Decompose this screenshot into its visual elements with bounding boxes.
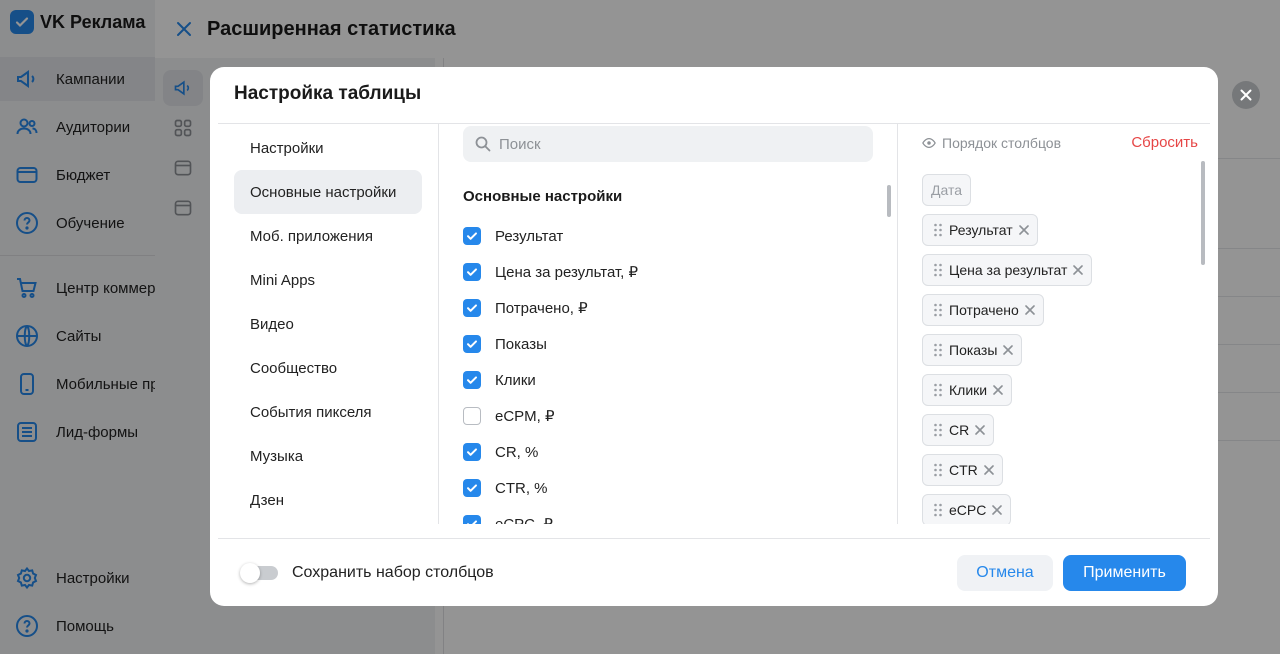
toggle-knob: [240, 563, 260, 583]
search-field[interactable]: [463, 126, 873, 162]
remove-icon[interactable]: [1025, 305, 1035, 315]
table-settings-modal: Настройка таблицы Настройки Основные нас…: [210, 67, 1218, 606]
save-columns-toggle[interactable]: [240, 563, 278, 583]
column-chip[interactable]: Цена за результат: [922, 254, 1093, 286]
close-icon: [1240, 89, 1252, 101]
column-chip[interactable]: Показы: [922, 334, 1023, 366]
search-icon: [475, 136, 491, 152]
column-order-header: Порядок столбцов: [922, 135, 1061, 151]
column-chip[interactable]: Потрачено: [922, 294, 1044, 326]
column-chip[interactable]: CR: [922, 414, 995, 446]
metric-option[interactable]: CR, %: [463, 434, 638, 470]
modal-title: Настройка таблицы: [234, 83, 422, 104]
column-chip[interactable]: Клики: [922, 374, 1013, 406]
section-title: Основные настройки: [463, 188, 623, 205]
drag-handle-icon[interactable]: [933, 263, 943, 277]
remove-icon[interactable]: [993, 385, 1003, 395]
category-item-pixel-events[interactable]: События пикселя: [234, 390, 422, 434]
metric-option[interactable]: Результат: [463, 218, 638, 254]
remove-icon[interactable]: [1003, 345, 1014, 355]
remove-icon[interactable]: [983, 465, 994, 475]
checkbox-checked-icon[interactable]: [463, 371, 481, 389]
checkbox-checked-icon[interactable]: [463, 515, 481, 524]
column-chip[interactable]: eCPC: [922, 494, 1012, 524]
metric-option[interactable]: CTR, %: [463, 470, 638, 506]
reset-button[interactable]: Сбросить: [1131, 134, 1198, 151]
column-chip[interactable]: CTR: [922, 454, 1003, 486]
drag-handle-icon[interactable]: [933, 503, 943, 517]
metric-option[interactable]: Потрачено, ₽: [463, 290, 638, 326]
metrics-panel: Основные настройки Результат Цена за рез…: [439, 124, 897, 524]
drag-handle-icon[interactable]: [933, 343, 943, 357]
column-chip-fixed: Дата: [922, 174, 972, 206]
drag-handle-icon[interactable]: [933, 303, 943, 317]
metric-option[interactable]: eCPC, ₽: [463, 506, 638, 524]
search-input[interactable]: [499, 135, 859, 153]
checkbox-checked-icon[interactable]: [463, 263, 481, 281]
scrollbar[interactable]: [1201, 161, 1205, 265]
remove-icon[interactable]: [992, 505, 1003, 515]
metric-option[interactable]: Клики: [463, 362, 638, 398]
metric-option[interactable]: Цена за результат, ₽: [463, 254, 638, 290]
checkbox-checked-icon[interactable]: [463, 335, 481, 353]
column-chips: Дата Результат Цена за результат Потраче…: [922, 174, 1093, 524]
column-order-panel: Порядок столбцов Сбросить Дата Результат…: [898, 124, 1208, 524]
drag-handle-icon[interactable]: [933, 463, 943, 477]
category-item-music[interactable]: Музыка: [234, 434, 422, 478]
category-list: Настройки Основные настройки Моб. прилож…: [234, 126, 422, 522]
checkbox-checked-icon[interactable]: [463, 479, 481, 497]
category-item-community[interactable]: Сообщество: [234, 346, 422, 390]
category-item-mini-apps[interactable]: Mini Apps: [234, 258, 422, 302]
remove-icon[interactable]: [975, 425, 986, 435]
metric-option[interactable]: Показы: [463, 326, 638, 362]
remove-icon[interactable]: [1018, 225, 1029, 235]
category-item-dzen[interactable]: Дзен: [234, 478, 422, 522]
category-item-basic-settings[interactable]: Основные настройки: [234, 170, 422, 214]
category-item-settings[interactable]: Настройки: [234, 126, 422, 170]
save-columns-label: Сохранить набор столбцов: [292, 564, 494, 581]
scrollbar[interactable]: [887, 185, 891, 217]
category-item-video[interactable]: Видео: [234, 302, 422, 346]
drag-handle-icon[interactable]: [933, 423, 943, 437]
apply-button[interactable]: Применить: [1063, 555, 1186, 591]
modal-footer: Сохранить набор столбцов Отмена Применит…: [210, 539, 1218, 606]
checkbox-checked-icon[interactable]: [463, 299, 481, 317]
checkbox-unchecked-icon[interactable]: [463, 407, 481, 425]
cancel-button[interactable]: Отмена: [957, 555, 1053, 591]
metric-option[interactable]: eCPM, ₽: [463, 398, 638, 434]
modal-close-button[interactable]: [1232, 81, 1260, 109]
category-item-mobile-apps[interactable]: Моб. приложения: [234, 214, 422, 258]
column-chip[interactable]: Результат: [922, 214, 1038, 246]
metrics-list: Результат Цена за результат, ₽ Потрачено…: [463, 218, 638, 524]
drag-handle-icon[interactable]: [933, 223, 943, 237]
eye-icon: [922, 137, 936, 149]
checkbox-checked-icon[interactable]: [463, 227, 481, 245]
drag-handle-icon[interactable]: [933, 383, 943, 397]
remove-icon[interactable]: [1073, 265, 1084, 275]
checkbox-checked-icon[interactable]: [463, 443, 481, 461]
